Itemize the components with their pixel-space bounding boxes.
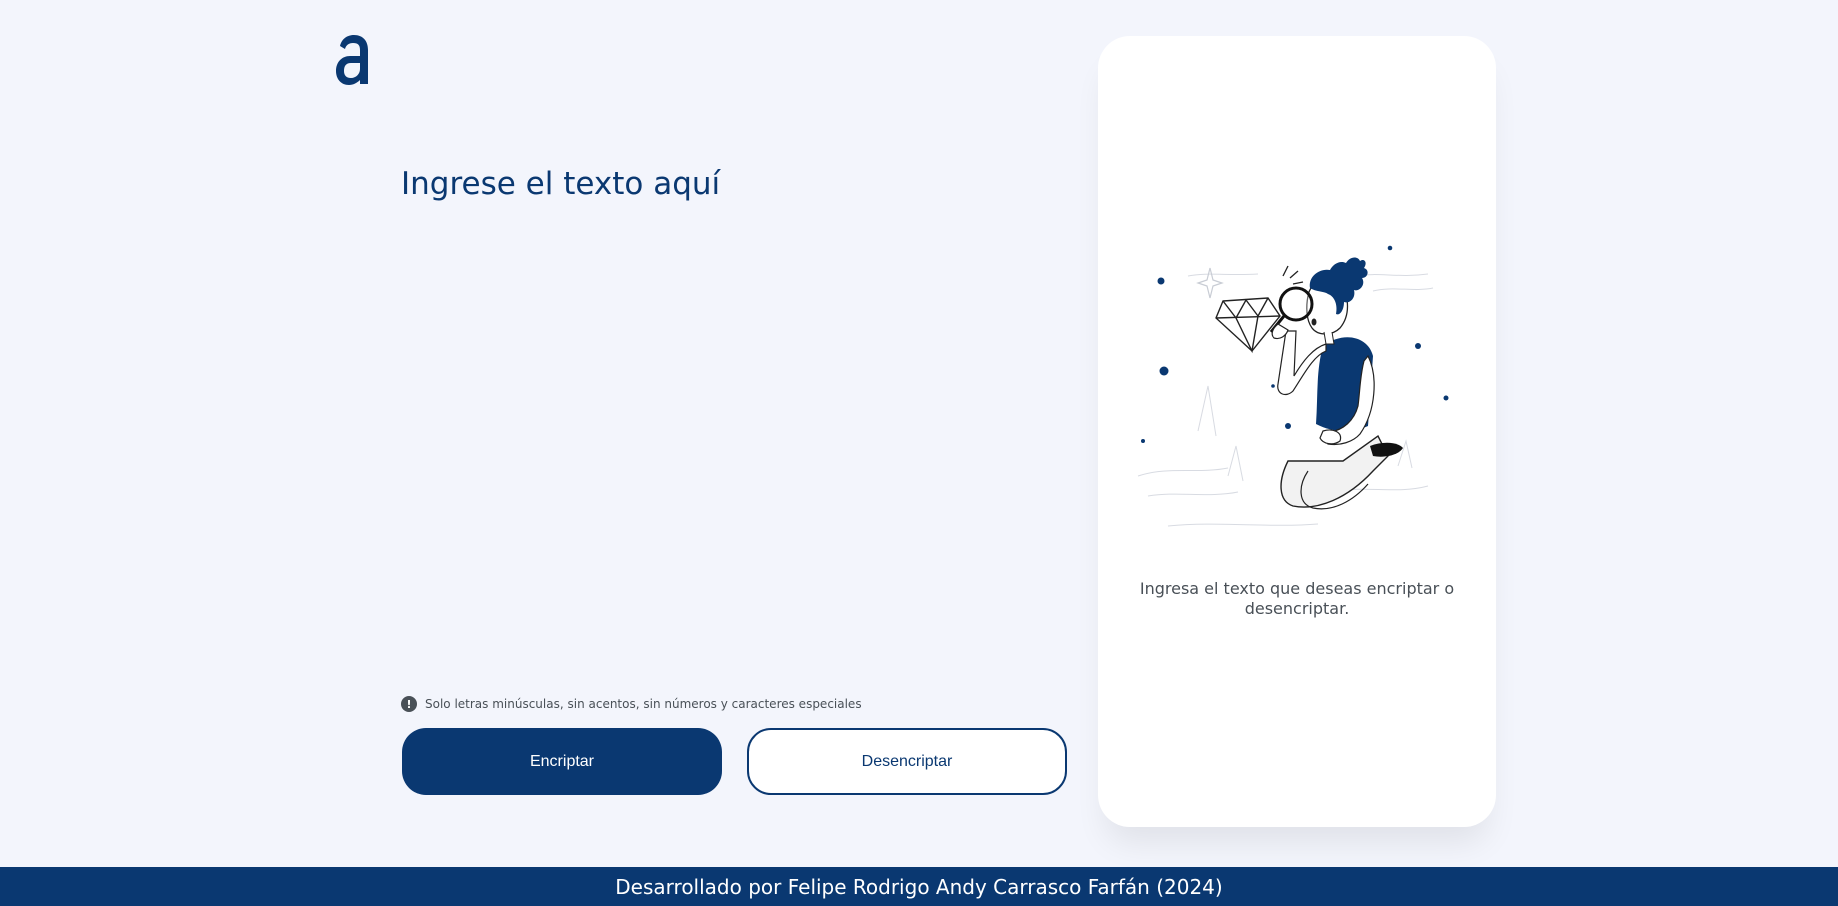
person-with-magnifying-glass-illustration	[1137, 245, 1449, 527]
encrypt-button[interactable]: Encriptar	[402, 728, 722, 795]
hint-text: Solo letras minúsculas, sin acentos, sin…	[425, 697, 862, 711]
text-input[interactable]	[401, 150, 1061, 670]
output-message: Ingresa el texto que deseas encriptar o …	[1139, 579, 1455, 618]
page: ! Solo letras minúsculas, sin acentos, s…	[0, 0, 1838, 906]
footer: Desarrollado por Felipe Rodrigo Andy Car…	[0, 867, 1838, 906]
footer-credit: Desarrollado por Felipe Rodrigo Andy Car…	[615, 874, 1223, 899]
input-hint: ! Solo letras minúsculas, sin acentos, s…	[401, 695, 862, 713]
output-panel: Ingresa el texto que deseas encriptar o …	[1098, 36, 1496, 827]
exclamation-circle-icon: !	[401, 696, 417, 712]
decrypt-button[interactable]: Desencriptar	[747, 728, 1067, 795]
alura-logo-icon[interactable]	[334, 34, 372, 86]
